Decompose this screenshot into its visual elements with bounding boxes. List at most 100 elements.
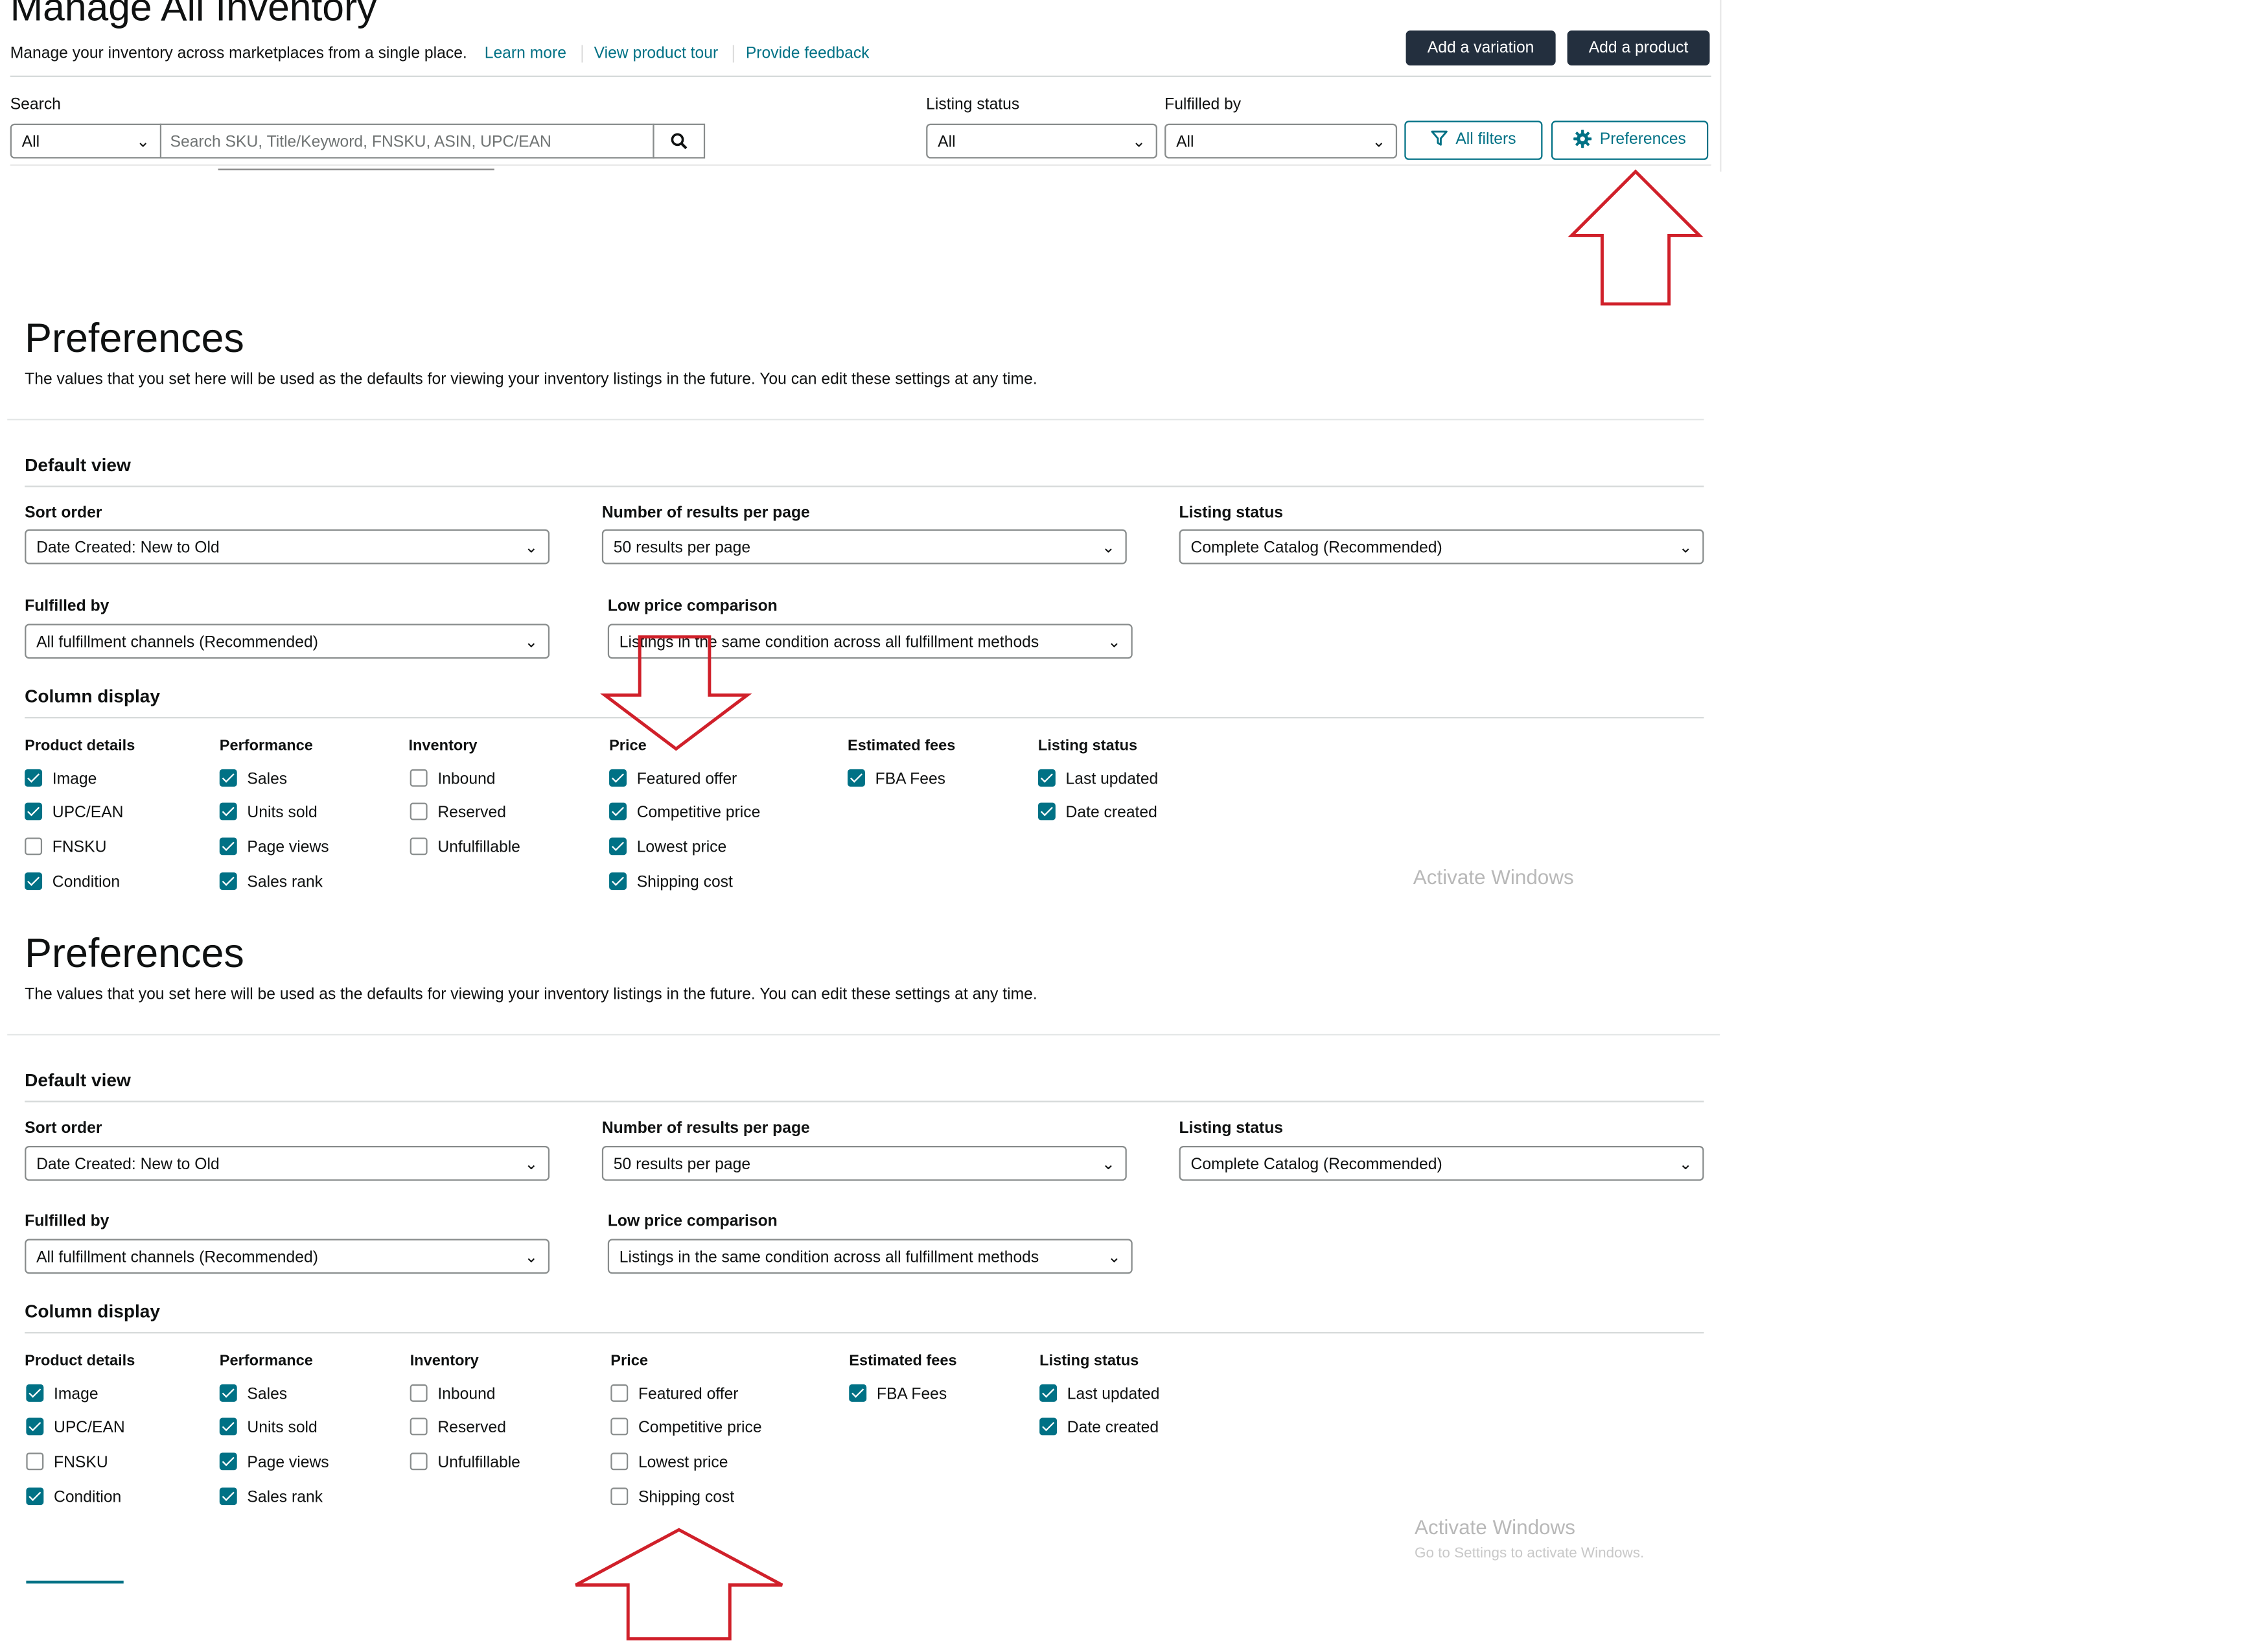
checkbox-inbound[interactable]: Inbound [410, 769, 496, 789]
checkbox-checked-icon [26, 1384, 44, 1403]
checkbox-sales[interactable]: Sales [219, 769, 287, 789]
default-view-heading: Default view [25, 455, 131, 476]
search-input[interactable]: Search SKU, Title/Keyword, FNSKU, ASIN, … [159, 123, 654, 159]
page-title: Manage All Inventory [10, 0, 377, 29]
checkbox-sales-rank[interactable]: Sales rank [219, 1487, 323, 1508]
checkbox-page-views[interactable]: Page views [219, 1452, 329, 1473]
checkbox-last-updated[interactable]: Last updated [1039, 1384, 1160, 1404]
checkbox-label: Date created [1067, 1419, 1159, 1437]
checkbox-label: Featured offer [636, 771, 737, 789]
checkbox-checked-icon [219, 1384, 237, 1403]
column-display-divider [25, 717, 1704, 719]
checkbox-inbound[interactable]: Inbound [410, 1384, 496, 1404]
checkbox-sales[interactable]: Sales [219, 1384, 288, 1404]
pref-fulfilled-by-select[interactable]: All fulfillment channels (Recommended) ⌄ [25, 623, 550, 659]
preferences-divider [7, 419, 1704, 421]
checkbox-page-views[interactable]: Page views [219, 837, 329, 857]
all-filters-button[interactable]: All filters [1404, 121, 1543, 160]
checkbox-checked-icon [219, 1417, 237, 1436]
checkbox-unfulfillable[interactable]: Unfulfillable [410, 837, 520, 857]
checkbox-image[interactable]: Image [25, 769, 97, 789]
column-display-heading: Column display [25, 1301, 160, 1322]
results-per-page-select[interactable]: 50 results per page ⌄ [601, 1145, 1127, 1181]
checkbox-label: Inbound [437, 1386, 496, 1404]
checkbox-date-created[interactable]: Date created [1039, 1417, 1159, 1438]
checkbox-condition[interactable]: Condition [25, 872, 120, 892]
checkbox-label: Reserved [437, 804, 506, 822]
preferences-button[interactable]: Preferences [1551, 121, 1709, 160]
chevron-down-icon: ⌄ [136, 134, 150, 152]
sort-order-select[interactable]: Date Created: New to Old ⌄ [25, 529, 550, 565]
add-product-button[interactable]: Add a product [1567, 30, 1710, 65]
checkbox-reserved[interactable]: Reserved [410, 802, 506, 822]
checkbox-label: Sales rank [247, 874, 323, 892]
checkbox-checked-icon [609, 872, 627, 891]
checkbox-units-sold[interactable]: Units sold [219, 1417, 318, 1438]
results-per-page-value: 50 results per page [613, 1156, 751, 1174]
sort-order-select[interactable]: Date Created: New to Old ⌄ [25, 1145, 550, 1181]
checkbox-image[interactable]: Image [26, 1384, 98, 1404]
checkbox-checked-icon [25, 872, 43, 891]
results-per-page-select[interactable]: 50 results per page ⌄ [601, 529, 1127, 565]
checkbox-checked-icon [219, 872, 237, 891]
checkbox-checked-icon [219, 769, 237, 787]
checkbox-label: FBA Fees [875, 771, 946, 789]
checkbox-unfulfillable[interactable]: Unfulfillable [410, 1452, 520, 1473]
preferences-description: The values that you set here will be use… [25, 371, 1037, 389]
checkbox-units-sold[interactable]: Units sold [219, 802, 318, 822]
listing-status-label: Listing status [926, 96, 1020, 114]
low-price-label: Low price comparison [607, 598, 778, 616]
search-scope-select[interactable]: All ⌄ [10, 123, 162, 159]
checkbox-unchecked-icon [410, 802, 428, 821]
preferences-panel-before: Preferences The values that you set here… [0, 314, 1730, 925]
checkbox-checked-icon [26, 1487, 44, 1506]
learn-more-link[interactable]: Learn more [485, 45, 566, 63]
pref-fulfilled-by-select[interactable]: All fulfillment channels (Recommended) ⌄ [25, 1239, 550, 1274]
fulfilled-by-select[interactable]: All ⌄ [1164, 123, 1398, 159]
chevron-down-icon: ⌄ [1678, 1156, 1693, 1174]
low-price-label: Low price comparison [607, 1213, 778, 1231]
checkbox-label: Condition [52, 874, 121, 892]
add-variation-button[interactable]: Add a variation [1406, 30, 1556, 65]
checkbox-checked-icon [609, 769, 627, 787]
checkbox-label: Sales [247, 1386, 288, 1404]
provide-feedback-link[interactable]: Provide feedback [732, 45, 870, 63]
checkbox-shipping-cost[interactable]: Shipping cost [610, 1487, 734, 1508]
checkbox-fba-fees[interactable]: FBA Fees [849, 1384, 947, 1404]
checkbox-unchecked-icon [410, 1384, 428, 1403]
view-product-tour-link[interactable]: View product tour [581, 45, 719, 63]
pref-listing-status-label: Listing status [1179, 504, 1284, 522]
pref-listing-status-select[interactable]: Complete Catalog (Recommended) ⌄ [1179, 1145, 1704, 1181]
annotation-arrow-down-icon [599, 635, 752, 751]
chevron-down-icon: ⌄ [1107, 1249, 1121, 1267]
checkbox-fba-fees[interactable]: FBA Fees [848, 769, 945, 789]
listing-status-select[interactable]: All ⌄ [926, 123, 1157, 159]
search-button[interactable] [653, 123, 706, 159]
low-price-select[interactable]: Listings in the same condition across al… [607, 1239, 1133, 1274]
chevron-down-icon: ⌄ [1678, 539, 1693, 557]
preferences-label: Preferences [1599, 130, 1686, 148]
checkbox-lowest-price[interactable]: Lowest price [609, 837, 726, 857]
results-per-page-value: 50 results per page [613, 539, 751, 557]
checkbox-fnsku[interactable]: FNSKU [25, 837, 106, 857]
chevron-down-icon: ⌄ [1107, 634, 1121, 652]
checkbox-sales-rank[interactable]: Sales rank [219, 872, 323, 892]
checkbox-lowest-price[interactable]: Lowest price [610, 1452, 728, 1473]
checkbox-last-updated[interactable]: Last updated [1037, 769, 1158, 789]
checkbox-upc-ean[interactable]: UPC/EAN [26, 1417, 125, 1438]
checkbox-checked-icon [1039, 1384, 1058, 1403]
checkbox-upc-ean[interactable]: UPC/EAN [25, 802, 123, 822]
checkbox-featured-offer[interactable]: Featured offer [609, 769, 737, 789]
checkbox-date-created[interactable]: Date created [1037, 802, 1157, 822]
checkbox-featured-offer[interactable]: Featured offer [610, 1384, 739, 1404]
checkbox-competitive-price[interactable]: Competitive price [609, 802, 760, 822]
checkbox-label: Date created [1065, 804, 1157, 822]
checkbox-reserved[interactable]: Reserved [410, 1417, 506, 1438]
pref-listing-status-select[interactable]: Complete Catalog (Recommended) ⌄ [1179, 529, 1704, 565]
checkbox-competitive-price[interactable]: Competitive price [610, 1417, 762, 1438]
checkbox-fnsku[interactable]: FNSKU [26, 1452, 108, 1473]
checkbox-condition[interactable]: Condition [26, 1487, 121, 1508]
checkbox-label: Lowest price [636, 839, 727, 857]
default-view-divider [25, 1101, 1704, 1102]
checkbox-shipping-cost[interactable]: Shipping cost [609, 872, 733, 892]
